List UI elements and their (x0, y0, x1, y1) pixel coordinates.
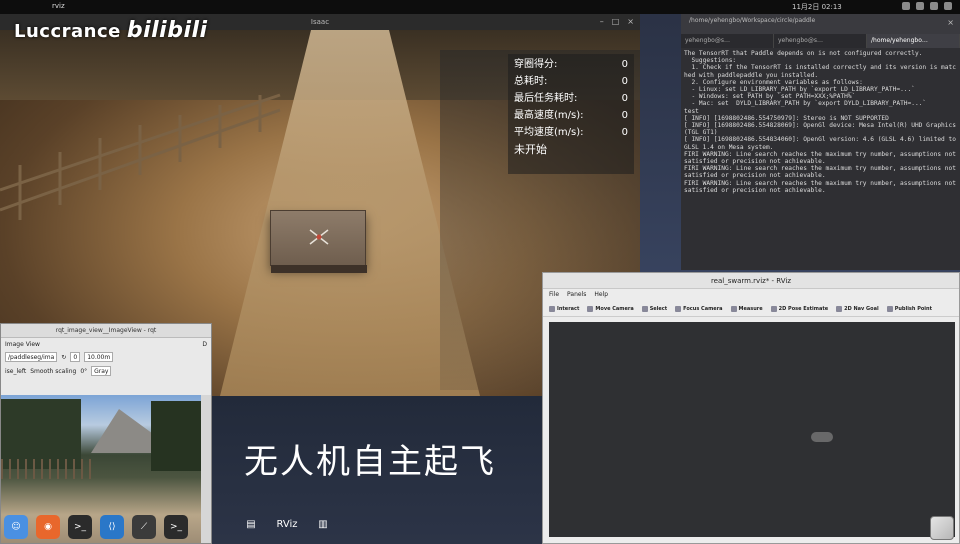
video-subtitle: 无人机自主起飞 (244, 442, 496, 482)
score-hud: 穿圈得分: 0 总耗时: 0 最后任务耗时: 0 最高速度(m/s): 0 平均速度(m… (508, 54, 634, 174)
label-left: ise_left (5, 367, 27, 375)
plugin-title: Image View (5, 341, 40, 348)
terminal-tab[interactable]: /home/yehengbo… (867, 34, 960, 48)
drone-icon (309, 229, 329, 245)
app-launcher-icon[interactable] (930, 516, 954, 540)
tool-publish-point[interactable]: Publish Point (886, 305, 932, 312)
minimize-icon[interactable]: – (600, 17, 604, 27)
distance-field[interactable]: 10.00m (84, 352, 114, 362)
menu-panels[interactable]: Panels (567, 291, 586, 299)
clock[interactable]: 11月2日 02:13 (792, 2, 842, 12)
vscode-icon[interactable]: ⟨⟩ (100, 515, 124, 539)
top-bar: rviz 11月2日 02:13 (0, 0, 960, 14)
video-watermark: Luccrance bilibili (14, 18, 208, 43)
menu-help[interactable]: Help (594, 291, 608, 299)
file-icon[interactable]: ▤ (240, 512, 262, 536)
hud-row: 最后任务耗时: 0 (514, 93, 628, 104)
rviz-3d-view[interactable] (549, 322, 955, 537)
terminal-tab[interactable]: yehengbo@s… (681, 34, 774, 48)
hud-row: 最高速度(m/s): 0 (514, 110, 628, 121)
simulator-title: Isaac (310, 18, 330, 26)
battery-icon[interactable] (930, 2, 938, 10)
hud-row: 总耗时: 0 (514, 76, 628, 87)
terminal-icon[interactable]: >_ (68, 515, 92, 539)
menu-file[interactable]: File (549, 291, 559, 299)
rviz-menubar: File Panels Help (543, 289, 959, 301)
desktop: rviz 11月2日 02:13 Luccrance bilibili Isaac… (0, 0, 960, 544)
rviz-icon[interactable]: ⟋ (132, 515, 156, 539)
close-icon[interactable]: × (627, 17, 634, 27)
terminal-tabs[interactable]: yehengbo@s… yehengbo@s… /home/yehengbo… (681, 34, 960, 48)
terminal-icon[interactable]: >_ (164, 515, 188, 539)
rqt-toolbar-2: ise_left Smooth scaling 0° Gray (1, 364, 211, 378)
rviz-titlebar[interactable]: real_swarm.rviz* - RViz (543, 273, 959, 289)
tool-interact[interactable]: Interact (549, 305, 579, 312)
tool-select[interactable]: Select (641, 305, 667, 312)
close-icon[interactable]: × (947, 18, 954, 27)
rviz-toolbar: Interact Move Camera Select Focus Camera… (543, 301, 959, 317)
terminal-window[interactable]: /home/yehengbo/Workspace/circle/paddle ×… (681, 14, 960, 270)
hud-row: 穿圈得分: 0 (514, 59, 628, 70)
topic-select[interactable]: /paddleseg/ima (5, 352, 58, 362)
terminal-titlebar[interactable]: /home/yehengbo/Workspace/circle/paddle × (681, 14, 960, 34)
smooth-scaling-checkbox[interactable]: Smooth scaling (30, 368, 76, 375)
refresh-icon[interactable]: ↻ (61, 354, 66, 361)
dock: ☺ ◉ >_ ⟨⟩ ⟋ >_ (0, 510, 212, 544)
system-tray[interactable] (902, 2, 952, 10)
drone-marker (811, 432, 833, 442)
rviz-window[interactable]: real_swarm.rviz* - RViz File Panels Help… (542, 272, 960, 544)
tool-2d-pose-estimate[interactable]: 2D Pose Estimate (770, 305, 828, 312)
tool-move-camera[interactable]: Move Camera (587, 305, 634, 312)
plugin-badge[interactable]: D (202, 341, 207, 348)
rviz-icon[interactable]: RViz (276, 512, 298, 536)
rqt-toolbar: /paddleseg/ima ↻ 0 10.00m (1, 350, 211, 364)
tool-focus-camera[interactable]: Focus Camera (675, 305, 723, 312)
network-icon[interactable] (902, 2, 910, 10)
watermark-brand: bilibili (126, 18, 208, 43)
terminal-title: /home/yehengbo/Workspace/circle/paddle (689, 17, 816, 24)
firefox-icon[interactable]: ◉ (36, 515, 60, 539)
active-app-title: rviz (52, 2, 65, 10)
power-icon[interactable] (944, 2, 952, 10)
dock-tray: ▤ RViz ▥ (240, 512, 334, 536)
trash-icon[interactable]: ▥ (312, 512, 334, 536)
watermark-name: Luccrance (14, 21, 121, 42)
rqt-titlebar[interactable]: rqt_image_view__ImageView - rqt (1, 324, 211, 338)
wooden-fence (0, 93, 281, 220)
tool-measure[interactable]: Measure (730, 305, 763, 312)
volume-icon[interactable] (916, 2, 924, 10)
rqt-plugin-header: Image View D (1, 338, 211, 350)
hud-row: 平均速度(m/s): 0 (514, 127, 628, 138)
terminal-output[interactable]: The TensorRT that Paddle depends on is n… (681, 48, 960, 196)
finder-icon[interactable]: ☺ (4, 515, 28, 539)
color-scheme-select[interactable]: Gray (91, 366, 112, 376)
value-field[interactable]: 0 (70, 352, 81, 362)
maximize-icon[interactable]: □ (612, 17, 620, 27)
rotation-field[interactable]: 0° (80, 368, 87, 375)
hud-status: 未开始 (514, 143, 547, 156)
landing-pad (270, 210, 367, 273)
terminal-tab[interactable]: yehengbo@s… (774, 34, 867, 48)
tool-2d-nav-goal[interactable]: 2D Nav Goal (836, 305, 879, 312)
